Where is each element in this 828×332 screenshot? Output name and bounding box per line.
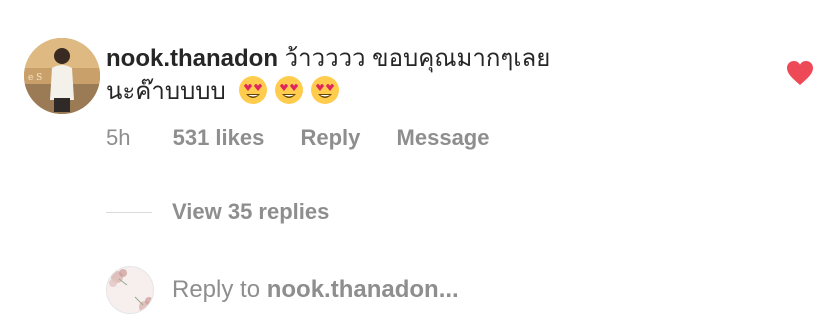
message-button[interactable]: Message <box>397 124 490 152</box>
replies-divider <box>106 211 152 213</box>
svg-text:e S: e S <box>28 73 42 83</box>
view-replies-label: View 35 replies <box>172 199 330 224</box>
view-replies-button[interactable]: View 35 replies <box>106 198 329 226</box>
reply-composer: Reply to nook.thanadon... <box>106 266 806 316</box>
commenter-photo: e S <box>24 38 100 114</box>
reply-button[interactable]: Reply <box>300 124 360 152</box>
heart-eyes-emoji-icon <box>275 76 304 104</box>
comment-time: 5h <box>106 125 131 150</box>
heart-eyes-emoji-icon <box>311 76 340 104</box>
comment-text-line2: นะค๊าบบบบ <box>106 78 226 105</box>
floral-logo-icon <box>109 269 153 313</box>
comment: e S nook.thanadon ว้าวววว ขอบคุณมากๆเลย … <box>24 36 814 116</box>
reply-input[interactable]: Reply to nook.thanadon... <box>172 274 459 306</box>
own-avatar <box>106 266 154 314</box>
like-heart-icon[interactable] <box>786 60 814 86</box>
likes-count-link[interactable]: 531 likes <box>173 124 265 152</box>
comment-username[interactable]: nook.thanadon <box>106 45 278 72</box>
comment-meta: 5h 531 likes Reply Message <box>106 124 519 152</box>
reply-input-target: nook.thanadon... <box>266 276 459 303</box>
commenter-avatar[interactable]: e S <box>24 38 100 114</box>
heart-eyes-emoji-icon <box>239 76 268 104</box>
comment-text-line1: ว้าวววว ขอบคุณมากๆเลย <box>284 45 551 72</box>
reply-input-prefix: Reply to <box>172 276 267 303</box>
comment-body: nook.thanadon ว้าวววว ขอบคุณมากๆเลย นะค๊… <box>106 42 726 108</box>
